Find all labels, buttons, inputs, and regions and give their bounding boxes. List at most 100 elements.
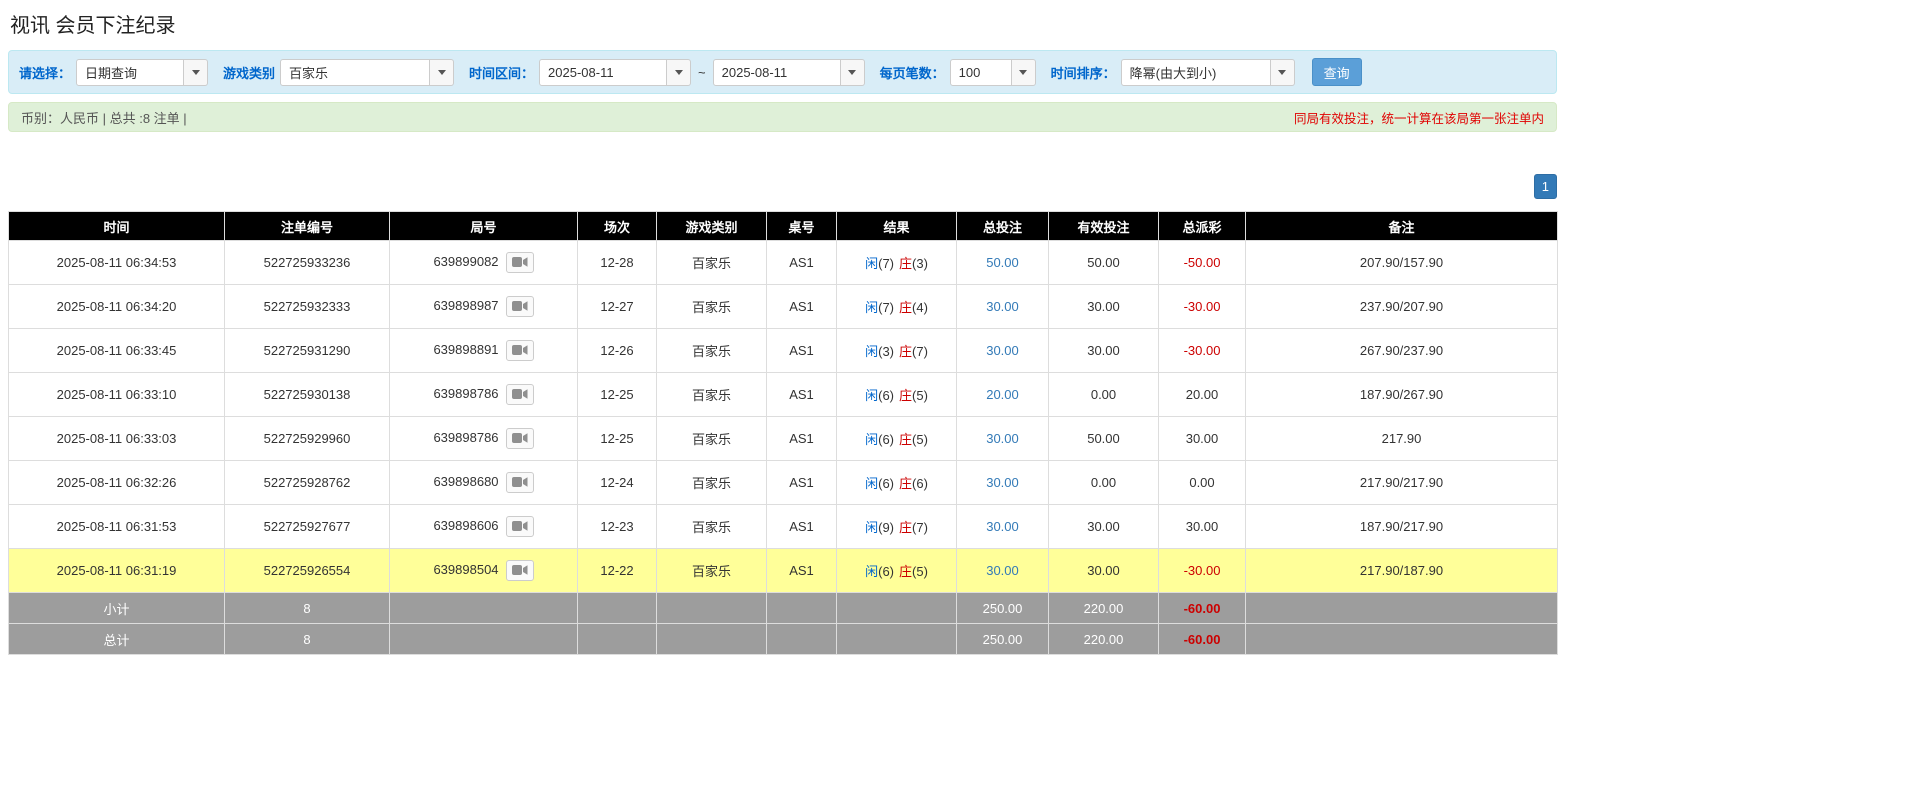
view-video-button[interactable] (506, 560, 534, 581)
total-bet-link[interactable]: 30.00 (986, 299, 1019, 314)
date-from-dropdown-button[interactable] (667, 59, 691, 86)
table-no-cell: AS1 (767, 505, 837, 549)
banker-score: (5) (912, 388, 928, 403)
date-range-separator: ~ (698, 65, 706, 80)
total-bet-link[interactable]: 30.00 (986, 563, 1019, 578)
payout-cell: -30.00 (1159, 285, 1246, 329)
payout-cell: 30.00 (1159, 505, 1246, 549)
round-id-text: 639899082 (433, 254, 498, 269)
banker-result: 庄 (899, 388, 912, 403)
page-1-button[interactable]: 1 (1534, 174, 1557, 199)
banker-score: (3) (912, 256, 928, 271)
bet-id-cell: 522725933236 (225, 241, 390, 285)
total-valid-bet: 220.00 (1049, 624, 1159, 655)
pagination: 1 (8, 174, 1557, 199)
result-cell: 闲(7)庄(3) (837, 241, 957, 285)
player-score: (6) (878, 476, 894, 491)
session-cell: 12-25 (578, 417, 657, 461)
payout-cell: -30.00 (1159, 549, 1246, 593)
session-cell: 12-27 (578, 285, 657, 329)
round-id-text: 639898786 (433, 386, 498, 401)
view-video-button[interactable] (506, 472, 534, 493)
table-no-cell: AS1 (767, 329, 837, 373)
view-video-button[interactable] (506, 428, 534, 449)
player-result: 闲 (865, 432, 878, 447)
view-video-button[interactable] (506, 252, 534, 273)
time-sort-input[interactable] (1121, 59, 1271, 86)
valid-bet-cell: 0.00 (1049, 461, 1159, 505)
total-bet-link[interactable]: 30.00 (986, 475, 1019, 490)
valid-bet-cell: 30.00 (1049, 549, 1159, 593)
round-id-text: 639898606 (433, 518, 498, 533)
query-type-input[interactable] (76, 59, 184, 86)
date-to-dropdown-button[interactable] (841, 59, 865, 86)
search-button[interactable]: 查询 (1312, 58, 1362, 86)
player-result: 闲 (865, 344, 878, 359)
total-bet-cell: 30.00 (957, 461, 1049, 505)
game-type-dropdown-button[interactable] (430, 59, 454, 86)
view-video-button[interactable] (506, 296, 534, 317)
table-no-cell: AS1 (767, 461, 837, 505)
query-type-combobox (76, 59, 208, 86)
round-id-cell: 639898504 (390, 549, 578, 593)
player-score: (9) (878, 520, 894, 535)
round-id-cell: 639898987 (390, 285, 578, 329)
payout-cell: -50.00 (1159, 241, 1246, 285)
total-bet-cell: 50.00 (957, 241, 1049, 285)
total-bet-link[interactable]: 20.00 (986, 387, 1019, 402)
date-to-combobox (713, 59, 865, 86)
banker-score: (7) (912, 344, 928, 359)
bet-id-cell: 522725928762 (225, 461, 390, 505)
filter-bar: 请选择： 游戏类别 时间区间： ~ 每页笔数： 时间排序： (8, 50, 1557, 94)
valid-bet-cell: 0.00 (1049, 373, 1159, 417)
video-camera-icon (512, 300, 528, 312)
date-to-input[interactable] (713, 59, 841, 86)
time-sort-dropdown-button[interactable] (1271, 59, 1295, 86)
total-bet-cell: 30.00 (957, 329, 1049, 373)
video-camera-icon (512, 344, 528, 356)
remark-cell: 187.90/267.90 (1246, 373, 1558, 417)
payout-cell: 0.00 (1159, 461, 1246, 505)
video-camera-icon (512, 432, 528, 444)
total-bet-cell: 30.00 (957, 505, 1049, 549)
video-camera-icon (512, 388, 528, 400)
session-cell: 12-22 (578, 549, 657, 593)
table-row: 2025-08-11 06:32:26 522725928762 6398986… (9, 461, 1558, 505)
bet-id-cell: 522725932333 (225, 285, 390, 329)
payout-cell: 30.00 (1159, 417, 1246, 461)
total-payout: -60.00 (1159, 624, 1246, 655)
total-bet-link[interactable]: 30.00 (986, 519, 1019, 534)
page-size-input[interactable] (950, 59, 1012, 86)
game-type-input[interactable] (280, 59, 430, 86)
game-type-cell: 百家乐 (657, 417, 767, 461)
header-payout: 总派彩 (1159, 212, 1246, 241)
view-video-button[interactable] (506, 384, 534, 405)
view-video-button[interactable] (506, 340, 534, 361)
total-bet-link[interactable]: 30.00 (986, 431, 1019, 446)
subtotal-row: 小计 8 250.00 220.00 -60.00 (9, 593, 1558, 624)
result-cell: 闲(9)庄(7) (837, 505, 957, 549)
round-id-text: 639898680 (433, 474, 498, 489)
date-from-input[interactable] (539, 59, 667, 86)
table-row: 2025-08-11 06:34:53 522725933236 6398990… (9, 241, 1558, 285)
chevron-down-icon (675, 70, 683, 75)
query-type-dropdown-button[interactable] (184, 59, 208, 86)
total-bet-link[interactable]: 50.00 (986, 255, 1019, 270)
round-id-cell: 639899082 (390, 241, 578, 285)
video-camera-icon (512, 476, 528, 488)
time-range-label: 时间区间： (469, 63, 534, 82)
page-size-dropdown-button[interactable] (1012, 59, 1036, 86)
remark-cell: 237.90/207.90 (1246, 285, 1558, 329)
table-no-cell: AS1 (767, 417, 837, 461)
total-bet-link[interactable]: 30.00 (986, 343, 1019, 358)
player-score: (6) (878, 388, 894, 403)
player-result: 闲 (865, 520, 878, 535)
bet-id-cell: 522725927677 (225, 505, 390, 549)
payout-cell: 20.00 (1159, 373, 1246, 417)
player-score: (6) (878, 564, 894, 579)
view-video-button[interactable] (506, 516, 534, 537)
subtotal-count: 8 (225, 593, 390, 624)
table-row: 2025-08-11 06:33:45 522725931290 6398988… (9, 329, 1558, 373)
bet-id-cell: 522725930138 (225, 373, 390, 417)
round-id-text: 639898504 (433, 562, 498, 577)
